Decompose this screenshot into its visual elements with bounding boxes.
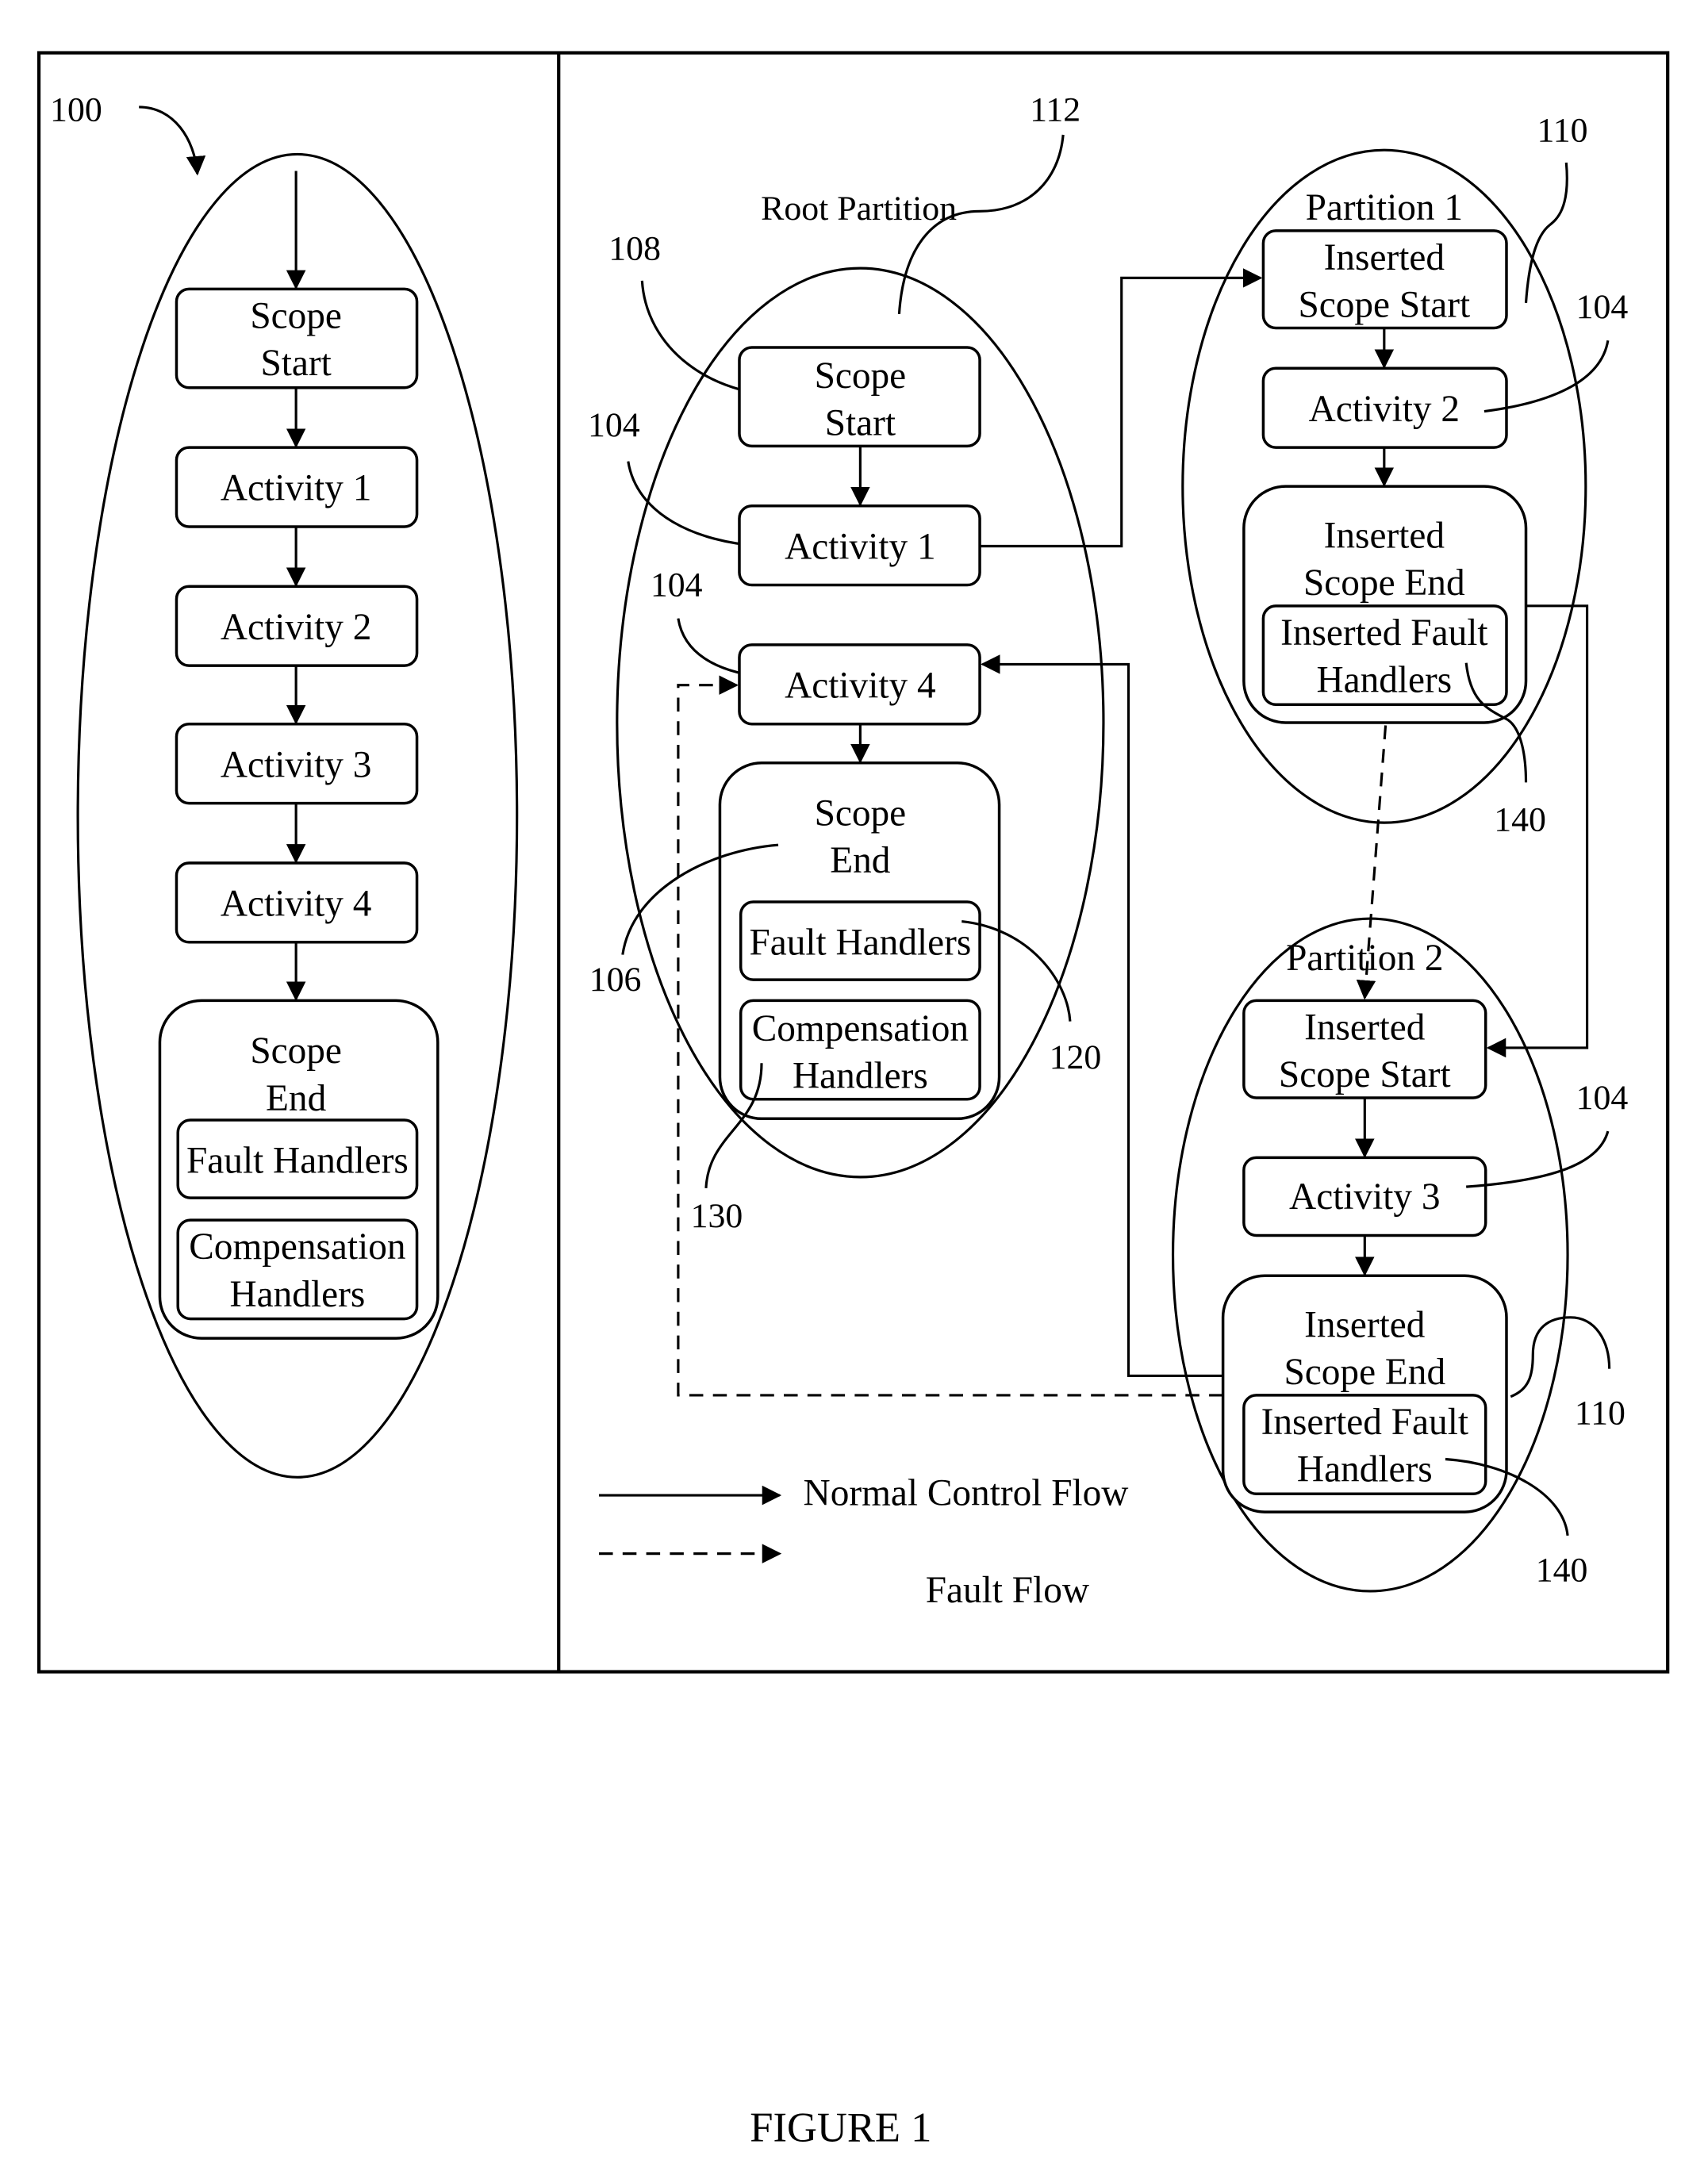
left-activity-3-label: Activity 3 bbox=[221, 744, 371, 785]
left-fault-handlers-label: Fault Handlers bbox=[186, 1141, 409, 1182]
partition-1: 110 Partition 1 Inserted Scope Start Act… bbox=[1181, 112, 1629, 839]
ref-104-p1: 104 bbox=[1576, 288, 1629, 326]
partition-2-title: Partition 2 bbox=[1286, 938, 1443, 979]
ref-100: 100 bbox=[50, 90, 102, 129]
ref-108: 108 bbox=[608, 230, 661, 268]
ref-106: 106 bbox=[589, 961, 642, 999]
p2-inserted-fault-handlers-line1: Inserted Fault bbox=[1261, 1402, 1468, 1443]
ref-104-p2: 104 bbox=[1576, 1079, 1629, 1117]
p1-inserted-fault-handlers-line1: Inserted Fault bbox=[1280, 612, 1487, 654]
left-scope-end-line1: Scope bbox=[250, 1030, 342, 1072]
partition-2: Partition 2 Inserted Scope Start Activit… bbox=[1171, 917, 1629, 1593]
left-panel: 100 Scope Start Activity 1 Activity 2 Ac… bbox=[50, 90, 519, 1479]
legend-fault-label: Fault Flow bbox=[926, 1570, 1089, 1611]
root-scope-end-line1: Scope bbox=[815, 793, 907, 834]
p1-inserted-scope-end-line1: Inserted bbox=[1324, 515, 1445, 556]
left-compensation-line1: Compensation bbox=[189, 1226, 405, 1268]
figure-1-diagram: 100 Scope Start Activity 1 Activity 2 Ac… bbox=[36, 51, 1670, 2151]
left-activity-1-label: Activity 1 bbox=[221, 468, 371, 509]
p2-inserted-scope-start-line1: Inserted bbox=[1304, 1007, 1426, 1048]
flow-a1-to-p1 bbox=[980, 268, 1263, 548]
ref-100-leader bbox=[139, 105, 206, 176]
ref-104-root-a4: 104 bbox=[651, 566, 703, 604]
ref-140-p2: 140 bbox=[1536, 1552, 1588, 1590]
p2-inserted-scope-end-line2: Scope End bbox=[1284, 1352, 1445, 1393]
root-scope-end-line2: End bbox=[830, 840, 891, 881]
root-compensation-line2: Handlers bbox=[793, 1056, 928, 1097]
ref-120: 120 bbox=[1050, 1038, 1102, 1076]
ref-110-p2-leader bbox=[1510, 1316, 1611, 1398]
left-activity-2-label: Activity 2 bbox=[221, 607, 371, 648]
p1-inserted-scope-start-line2: Scope Start bbox=[1298, 284, 1470, 325]
root-compensation-line1: Compensation bbox=[752, 1008, 969, 1049]
root-activity-1-label: Activity 1 bbox=[785, 526, 935, 567]
ref-130: 130 bbox=[691, 1197, 743, 1235]
root-fault-handlers-label: Fault Handlers bbox=[749, 923, 971, 964]
ref-140-p1: 140 bbox=[1494, 801, 1546, 839]
p2-activity-3-label: Activity 3 bbox=[1289, 1176, 1440, 1218]
ref-104-root-a1: 104 bbox=[588, 406, 640, 444]
ref-104-p2-leader bbox=[1466, 1130, 1610, 1188]
p2-inserted-scope-start-line2: Scope Start bbox=[1279, 1054, 1451, 1095]
left-scope-end-line2: End bbox=[266, 1078, 327, 1119]
ref-110-p2: 110 bbox=[1575, 1394, 1625, 1433]
p1-activity-2-label: Activity 2 bbox=[1309, 389, 1460, 430]
legend-normal-label: Normal Control Flow bbox=[804, 1472, 1129, 1513]
left-scope-start-line1: Scope bbox=[250, 295, 342, 336]
p1-inserted-fault-handlers-line2: Handlers bbox=[1316, 659, 1452, 700]
root-partition: 112 Root Partition 108 Scope Start 104 A… bbox=[588, 90, 1105, 1235]
p2-inserted-fault-handlers-line2: Handlers bbox=[1297, 1449, 1433, 1490]
root-activity-4-label: Activity 4 bbox=[785, 665, 935, 706]
legend: Normal Control Flow Fault Flow bbox=[599, 1472, 1128, 1611]
ref-110-p1-leader bbox=[1524, 162, 1568, 304]
p2-inserted-scope-end-line1: Inserted bbox=[1304, 1304, 1426, 1345]
ref-112: 112 bbox=[1030, 90, 1080, 129]
left-activity-4-label: Activity 4 bbox=[221, 884, 371, 925]
root-scope-start-line1: Scope bbox=[815, 355, 907, 397]
figure-caption: FIGURE 1 bbox=[750, 2105, 931, 2151]
ref-110-p1: 110 bbox=[1537, 112, 1588, 150]
p1-inserted-scope-start-line1: Inserted bbox=[1324, 237, 1445, 278]
root-partition-title: Root Partition bbox=[761, 190, 957, 228]
p1-inserted-scope-end-line2: Scope End bbox=[1303, 562, 1465, 604]
left-scope-start-line2: Start bbox=[260, 343, 331, 384]
left-compensation-line2: Handlers bbox=[230, 1274, 366, 1315]
root-scope-start-line2: Start bbox=[825, 402, 896, 443]
partition-1-title: Partition 1 bbox=[1306, 187, 1463, 228]
